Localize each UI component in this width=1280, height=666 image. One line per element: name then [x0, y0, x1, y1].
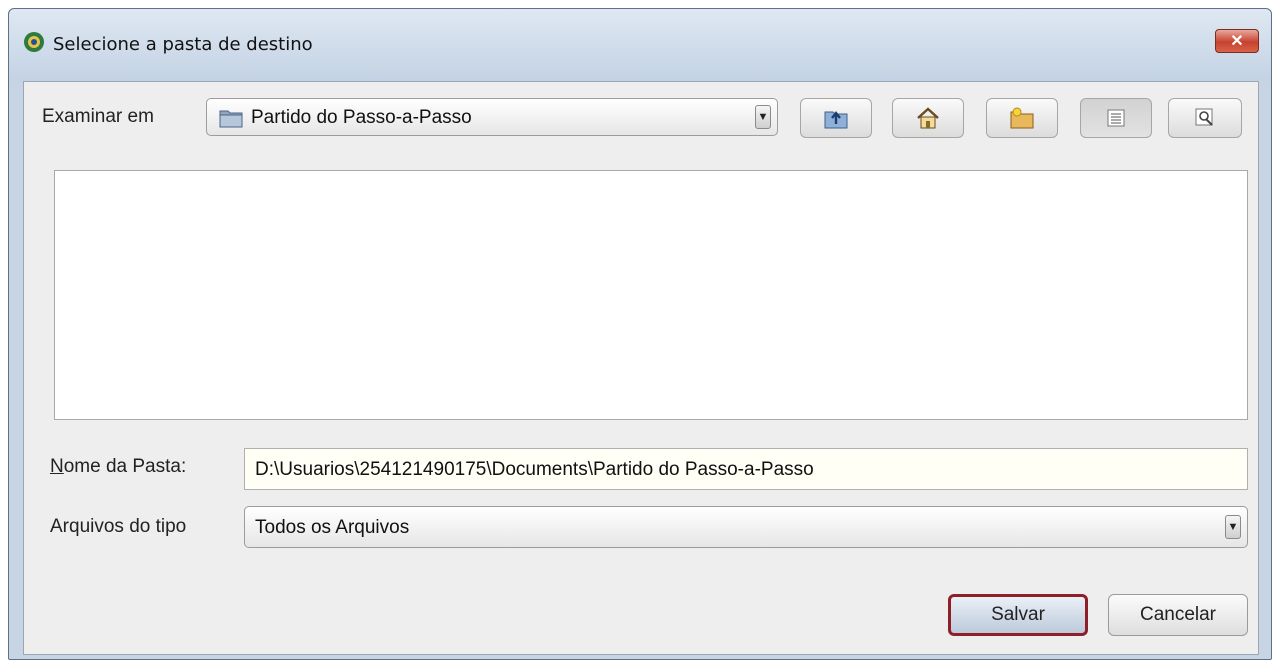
file-list-pane[interactable]	[54, 170, 1248, 420]
folder-name-value: D:\Usuarios\254121490175\Documents\Parti…	[255, 459, 814, 480]
cancel-button[interactable]: Cancelar	[1108, 594, 1248, 636]
folder-name-label-text: ome da Pasta:	[63, 456, 187, 477]
dialog-window: Selecione a pasta de destino ✕ Examinar …	[8, 8, 1272, 660]
new-folder-icon	[1010, 107, 1034, 129]
close-button[interactable]: ✕	[1215, 29, 1259, 53]
look-in-label: Examinar em	[42, 106, 154, 127]
cancel-button-label: Cancelar	[1139, 604, 1217, 625]
look-in-value: Partido do Passo-a-Passo	[251, 107, 472, 128]
save-button[interactable]: Salvar	[948, 594, 1088, 636]
look-in-combo[interactable]: Partido do Passo-a-Passo ▼	[206, 98, 778, 136]
folder-icon	[219, 110, 243, 128]
home-button[interactable]	[892, 98, 964, 138]
details-view-icon	[1195, 108, 1213, 126]
file-type-combo[interactable]: Todos os Arquivos ▼	[244, 506, 1248, 548]
chevron-down-icon[interactable]: ▼	[755, 105, 771, 129]
chevron-down-icon[interactable]: ▼	[1225, 515, 1241, 539]
new-folder-button[interactable]	[986, 98, 1058, 138]
up-folder-button[interactable]	[800, 98, 872, 138]
folder-name-label: Nome da Pasta:	[50, 456, 186, 478]
folder-name-field[interactable]: D:\Usuarios\254121490175\Documents\Parti…	[244, 448, 1248, 490]
dialog-body: Examinar em Partido do Passo-a-Passo ▼ N…	[23, 81, 1259, 655]
title-bar[interactable]: Selecione a pasta de destino ✕	[9, 9, 1271, 81]
list-view-icon	[1107, 109, 1125, 127]
home-icon	[917, 107, 939, 129]
details-view-button[interactable]	[1168, 98, 1242, 138]
app-emblem-icon	[24, 32, 44, 52]
close-icon: ✕	[1230, 33, 1244, 50]
dialog-title: Selecione a pasta de destino	[53, 34, 313, 55]
file-type-label: Arquivos do tipo	[50, 516, 187, 537]
save-button-label: Salvar	[991, 604, 1045, 625]
list-view-button[interactable]	[1080, 98, 1152, 138]
up-folder-icon	[824, 111, 848, 129]
folder-name-mnemonic: N	[50, 456, 64, 477]
file-type-value: Todos os Arquivos	[255, 517, 410, 538]
